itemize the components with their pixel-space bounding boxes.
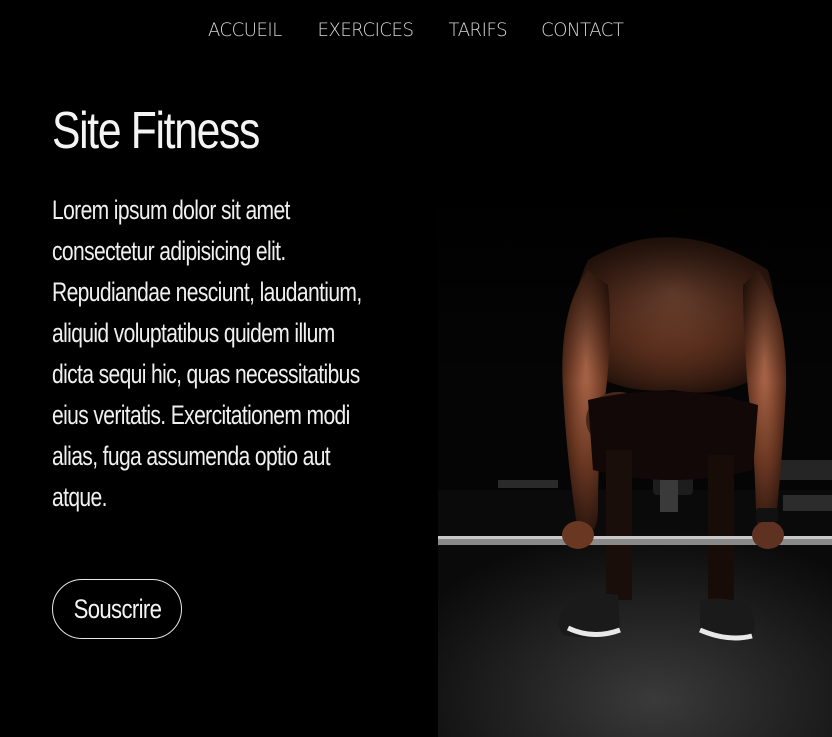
hero-text-block: Site Fitness Lorem ipsum dolor sit amet … (52, 96, 382, 518)
page-title: Site Fitness (52, 102, 260, 160)
main-nav: ACCUEIL EXERCICES TARIFS CONTACT (0, 16, 832, 44)
hero-description: Lorem ipsum dolor sit amet consectetur a… (52, 195, 362, 512)
nav-link-contact[interactable]: CONTACT (542, 16, 625, 44)
subscribe-button[interactable]: Souscrire (52, 579, 182, 639)
nav-link-accueil[interactable]: ACCUEIL (208, 16, 282, 44)
weightlifter-illustration (438, 190, 832, 737)
subscribe-button-label: Souscrire (73, 593, 161, 624)
nav-link-tarifs[interactable]: TARIFS (448, 16, 507, 44)
hero-image (438, 190, 832, 737)
nav-link-exercices[interactable]: EXERCICES (317, 16, 413, 44)
